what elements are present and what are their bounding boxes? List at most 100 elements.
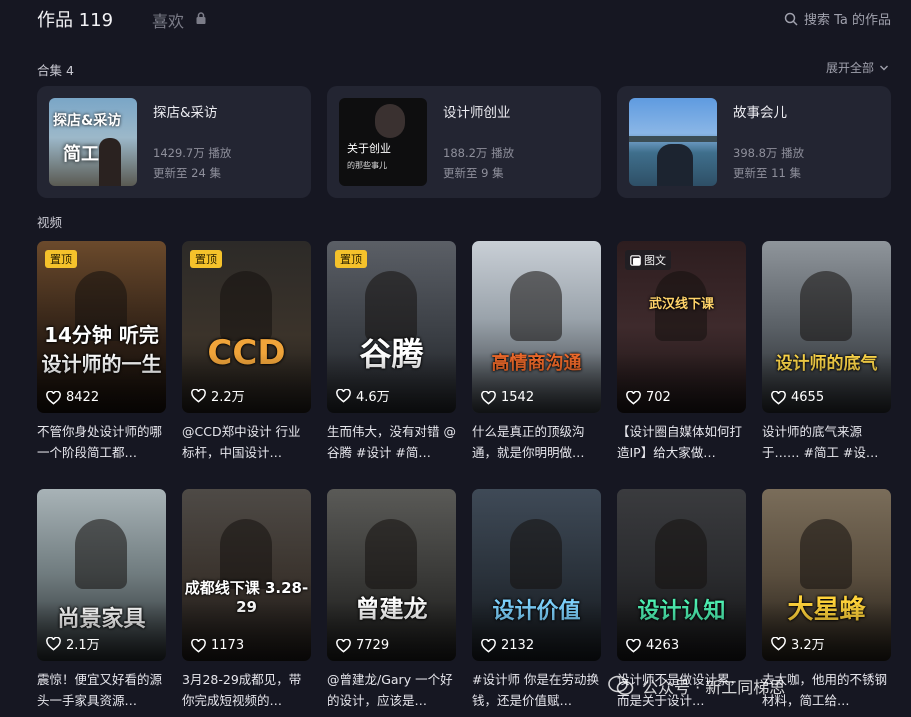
person-silhouette: [657, 144, 693, 186]
video-description[interactable]: 什么是真正的顶级沟通，就是你明明做…: [472, 421, 601, 465]
heart-icon: [336, 388, 351, 403]
like-count: 3.2万: [771, 634, 825, 653]
image-text-label: 图文: [644, 254, 666, 267]
collection-title: 探店&采访: [153, 105, 218, 121]
video-thumbnail[interactable]: 图文武汉线下课 702: [617, 241, 746, 413]
collection-card-tandian[interactable]: 探店&采访 简工 探店&采访 1429.7万 播放 更新至 24 集: [37, 86, 311, 198]
heart-icon: [481, 638, 496, 653]
like-count-value: 2.2万: [211, 390, 245, 405]
video-card[interactable]: 设计价值2132 #设计师 你是在劳动换钱，还是价值赋…: [472, 489, 601, 715]
heart-icon: [771, 636, 786, 651]
like-count: 2132: [481, 638, 534, 653]
collection-card-stories[interactable]: 故事会儿 398.8万 播放 更新至 11 集: [617, 86, 891, 198]
collection-plays: 398.8万 播放: [733, 146, 805, 160]
person-silhouette: [800, 519, 852, 589]
watermark: 公众号 · 新工同梯思: [608, 669, 898, 703]
video-thumbnail[interactable]: 置顶CCD2.2万: [182, 241, 311, 413]
collection-cover: 探店&采访 简工: [49, 98, 137, 186]
collection-card-startup[interactable]: 关于创业 的那些事儿 设计师创业 188.2万 播放 更新至 9 集: [327, 86, 601, 198]
like-count-value: 1173: [211, 638, 245, 653]
video-thumbnail[interactable]: 设计认知4263: [617, 489, 746, 661]
collection-title: 设计师创业: [443, 105, 511, 121]
heart-icon: [191, 638, 206, 653]
like-count: 4.6万: [336, 386, 390, 405]
like-count: 1173: [191, 638, 244, 653]
person-silhouette: [510, 519, 562, 589]
video-description[interactable]: 不管你身处设计师的哪一个阶段简工都…: [37, 421, 166, 465]
heart-icon: [46, 636, 61, 651]
video-card[interactable]: 尚景家具2.1万震惊！便宜又好看的源头一手家具资源…: [37, 489, 166, 715]
like-count-value: 3.2万: [791, 638, 825, 653]
like-count: 1542: [481, 390, 534, 405]
video-card[interactable]: 高情商沟通1542 什么是真正的顶级沟通，就是你明明做…: [472, 241, 601, 467]
video-card[interactable]: 曾建龙7729 @曾建龙/Gary 一个好的设计，应该是…: [327, 489, 456, 715]
heart-icon: [626, 638, 641, 653]
person-silhouette: [800, 271, 852, 341]
video-description[interactable]: @曾建龙/Gary 一个好的设计，应该是…: [327, 669, 456, 713]
person-silhouette: [510, 271, 562, 341]
video-thumbnail[interactable]: 高情商沟通1542: [472, 241, 601, 413]
collection-title: 故事会儿: [733, 105, 787, 121]
heart-icon: [336, 638, 351, 653]
person-silhouette: [75, 519, 127, 589]
video-card[interactable]: 置顶14分钟 听完设计师的一生8422 不管你身处设计师的哪一个阶段简工都…: [37, 241, 166, 467]
cover-title-text: 探店&采访: [53, 113, 122, 129]
cover-subtitle-text: 简工: [63, 144, 99, 165]
search-icon: [784, 12, 798, 26]
heart-icon: [771, 390, 786, 405]
person-silhouette: [655, 519, 707, 589]
heart-icon: [46, 390, 61, 405]
video-description[interactable]: 设计师的底气来源于…… #简工 #设…: [762, 421, 891, 465]
heart-icon: [481, 390, 496, 405]
like-count: 702: [626, 390, 671, 405]
expand-all-label: 展开全部: [825, 61, 874, 75]
video-card[interactable]: 置顶CCD2.2万 @CCD郑中设计 行业标杆，中国设计…: [182, 241, 311, 467]
video-card[interactable]: 置顶谷腾4.6万生而伟大，没有对错 @谷腾 #设计 #简…: [327, 241, 456, 467]
image-text-badge: 图文: [625, 250, 671, 270]
video-card[interactable]: 设计师的底气4655 设计师的底气来源于…… #简工 #设…: [762, 241, 891, 467]
tab-works[interactable]: 作品 119: [37, 6, 113, 32]
video-description[interactable]: #设计师 你是在劳动换钱，还是价值赋…: [472, 669, 601, 713]
tab-likes[interactable]: 喜欢: [152, 8, 184, 32]
pinned-badge: 置顶: [190, 250, 222, 268]
like-count-value: 4263: [646, 638, 680, 653]
lock-icon: [196, 12, 206, 24]
island-silhouette: [629, 136, 717, 142]
expand-all-button[interactable]: 展开全部: [826, 59, 889, 76]
like-count: 2.2万: [191, 386, 245, 405]
video-thumbnail[interactable]: 曾建龙7729: [327, 489, 456, 661]
video-thumbnail[interactable]: 成都线下课 3.28-291173: [182, 489, 311, 661]
like-count-value: 702: [646, 390, 671, 405]
person-silhouette: [365, 519, 417, 589]
video-description[interactable]: 震惊！便宜又好看的源头一手家具资源…: [37, 669, 166, 713]
heart-icon: [191, 388, 206, 403]
video-thumbnail[interactable]: 大星蜂3.2万: [762, 489, 891, 661]
thumbnail-caption: 武汉线下课: [648, 297, 714, 312]
pinned-badge: 置顶: [45, 250, 77, 268]
video-description[interactable]: 【设计圈自媒体如何打造IP】给大家做…: [617, 421, 746, 465]
video-thumbnail[interactable]: 设计师的底气4655: [762, 241, 891, 413]
like-count: 4263: [626, 638, 679, 653]
like-count-value: 1542: [501, 390, 535, 405]
collection-plays: 188.2万 播放: [443, 146, 515, 160]
like-count: 8422: [46, 390, 99, 405]
video-description[interactable]: 生而伟大，没有对错 @谷腾 #设计 #简…: [327, 421, 456, 465]
person-silhouette: [375, 104, 405, 138]
video-description[interactable]: @CCD郑中设计 行业标杆，中国设计…: [182, 421, 311, 465]
profile-tab-bar: 作品 119 喜欢 搜索 Ta 的作品: [0, 0, 911, 36]
search-placeholder: 搜索 Ta 的作品: [803, 13, 891, 28]
cover-title-text: 关于创业: [347, 142, 391, 155]
watermark-text: 公众号 · 新工同梯思: [642, 678, 786, 697]
video-description[interactable]: 3月28-29成都见，带你完成短视频的…: [182, 669, 311, 713]
video-thumbnail[interactable]: 尚景家具2.1万: [37, 489, 166, 661]
video-thumbnail[interactable]: 置顶14分钟 听完设计师的一生8422: [37, 241, 166, 413]
video-card[interactable]: 图文武汉线下课 702 【设计圈自媒体如何打造IP】给大家做…: [617, 241, 746, 467]
chevron-down-icon: [880, 65, 888, 70]
video-thumbnail[interactable]: 置顶谷腾4.6万: [327, 241, 456, 413]
video-card[interactable]: 成都线下课 3.28-291173 3月28-29成都见，带你完成短视频的…: [182, 489, 311, 715]
like-count-value: 4655: [791, 390, 825, 405]
video-thumbnail[interactable]: 设计价值2132: [472, 489, 601, 661]
like-count: 7729: [336, 638, 389, 653]
image-text-icon: [630, 254, 641, 266]
search-works[interactable]: 搜索 Ta 的作品: [784, 9, 891, 28]
